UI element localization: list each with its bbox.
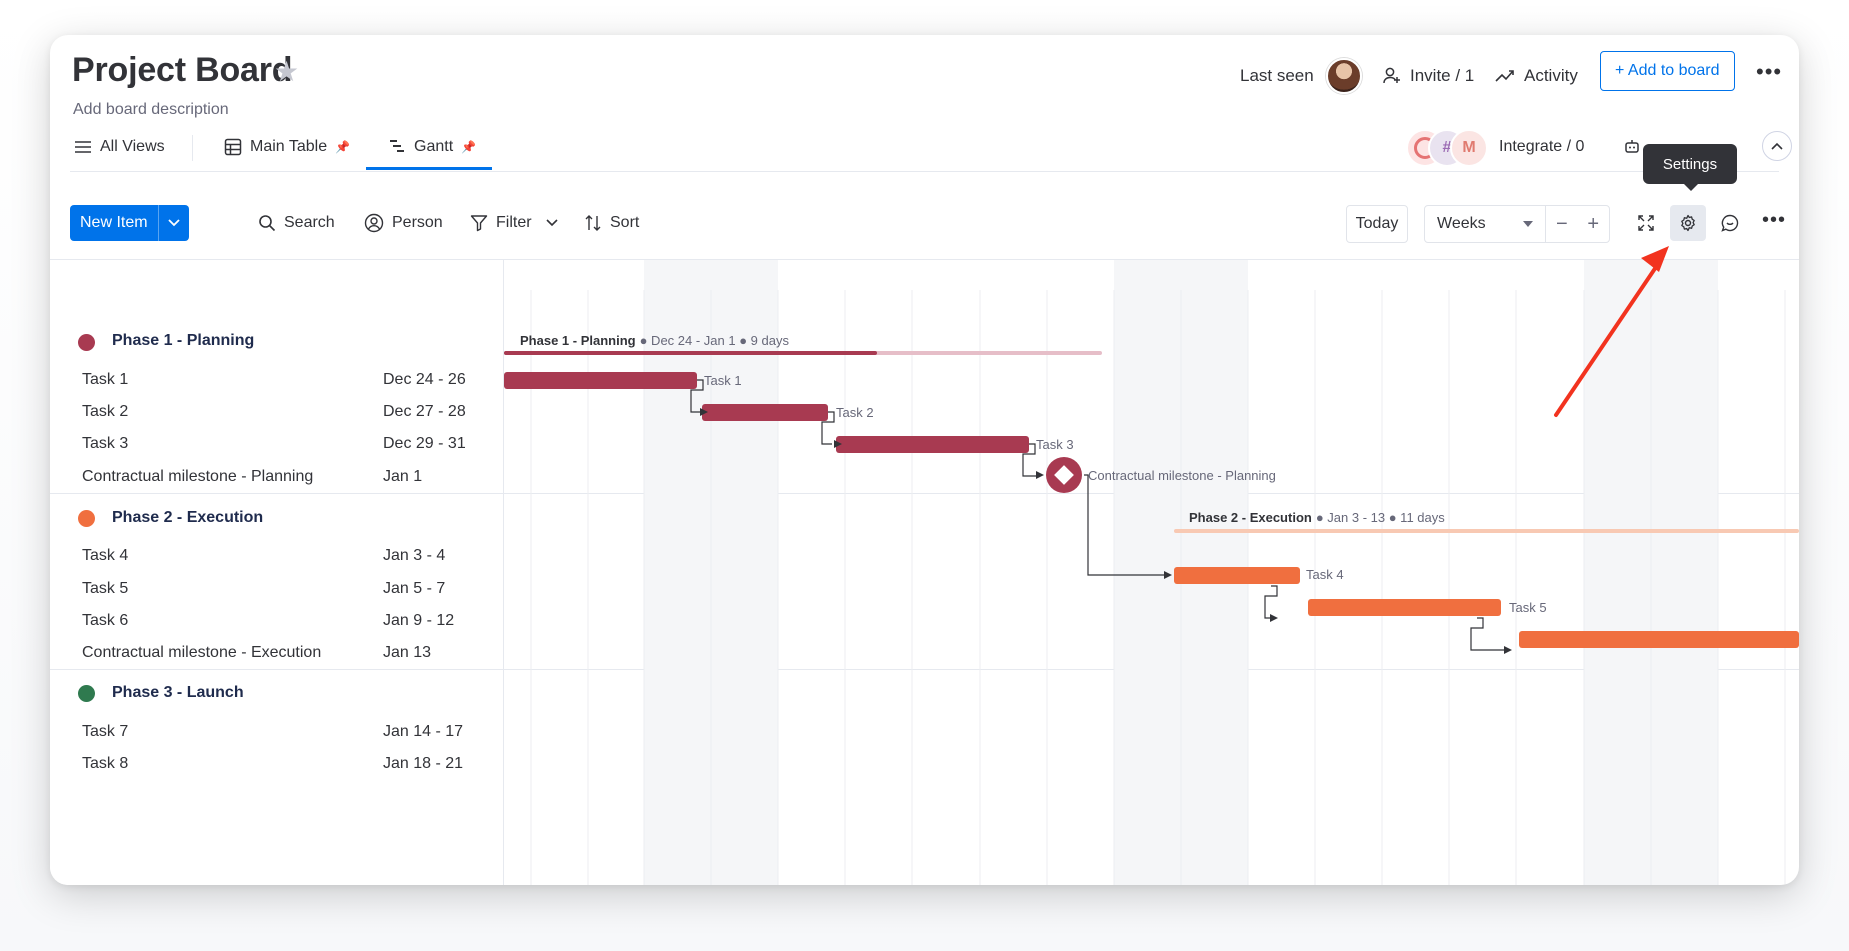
annotation-arrow bbox=[1554, 246, 1669, 417]
